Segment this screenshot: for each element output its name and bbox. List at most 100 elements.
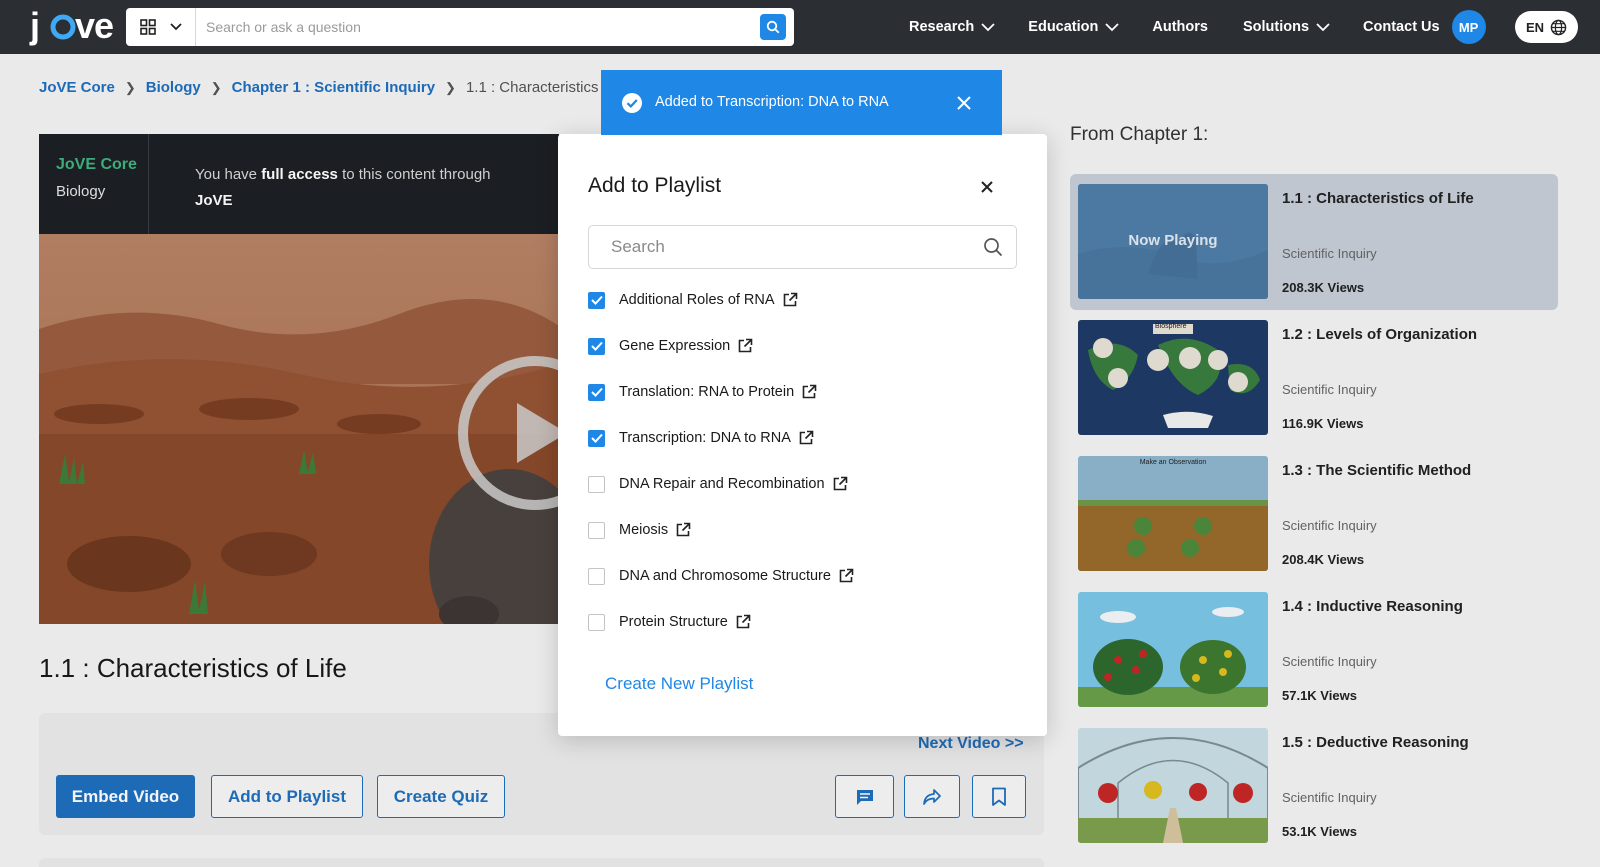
jove-logo[interactable]: j ve (28, 5, 122, 49)
nav-contact-label: Contact Us (1363, 19, 1440, 35)
sidebar-video-item[interactable]: 1.5 : Deductive Reasoning Scientific Inq… (1070, 718, 1558, 854)
playlist-item[interactable]: DNA and Chromosome Structure (588, 564, 854, 588)
page-title: 1.1 : Characteristics of Life (39, 653, 347, 683)
bookmark-icon (992, 787, 1006, 806)
nav-solutions-label: Solutions (1242, 19, 1310, 35)
nav-authors-label: Authors (1152, 19, 1208, 35)
video-thumbnail (1078, 456, 1268, 571)
sidebar-item-title: 1.3 : The Scientific Method (1282, 462, 1472, 479)
sidebar-title: From Chapter 1: (1070, 124, 1209, 145)
external-link-icon[interactable] (675, 522, 691, 538)
access-product-block: JoVE Core Biology (39, 134, 149, 234)
playlist-checkbox[interactable] (588, 291, 605, 309)
chevron-right-icon: ❯ (210, 79, 222, 95)
nav-solutions[interactable]: Solutions (1243, 19, 1330, 35)
sidebar-video-item[interactable]: Make an Observation 1.3 : The Scientific… (1070, 446, 1558, 582)
external-link-icon[interactable] (782, 292, 798, 308)
playlist-checkbox[interactable] (588, 613, 605, 631)
nav-research[interactable]: Research (909, 19, 995, 35)
close-icon[interactable] (976, 176, 998, 198)
globe-icon (1550, 19, 1567, 35)
playlist-label: Additional Roles of RNA (619, 292, 775, 308)
add-to-playlist-button[interactable]: Add to Playlist (211, 775, 363, 818)
nav-authors[interactable]: Authors (1152, 19, 1208, 35)
comments-button[interactable] (835, 775, 894, 818)
playlist-label: Protein Structure (619, 614, 728, 630)
sidebar-video-item[interactable]: Now Playing 1.1 : Characteristics of Lif… (1070, 174, 1558, 310)
close-icon[interactable] (956, 95, 972, 111)
success-toast: Added to Transcription: DNA to RNA (601, 70, 1002, 135)
check-circle-icon (622, 93, 642, 113)
app-grid-dropdown[interactable] (126, 8, 196, 46)
search-icon (766, 20, 780, 34)
playlist-checkbox[interactable] (588, 337, 605, 355)
playlist-checkbox[interactable] (588, 429, 605, 447)
chevron-right-icon: ❯ (124, 79, 136, 95)
sidebar-video-item[interactable]: 1.4 : Inductive Reasoning Scientific Inq… (1070, 582, 1558, 718)
playlist-item[interactable]: Protein Structure (588, 610, 751, 634)
check-icon (590, 433, 603, 443)
breadcrumb-chapter[interactable]: Chapter 1 : Scientific Inquiry (232, 79, 435, 96)
grid-icon (139, 19, 156, 35)
chevron-down-icon (1316, 22, 1330, 31)
playlist-checkbox[interactable] (588, 475, 605, 493)
nav-contact-us[interactable]: Contact Us (1363, 19, 1440, 35)
svg-text:j: j (29, 5, 39, 46)
playlist-item[interactable]: Additional Roles of RNA (588, 288, 798, 312)
modal-title: Add to Playlist (588, 174, 722, 197)
nav-education[interactable]: Education (1028, 19, 1120, 35)
playlist-item[interactable]: DNA Repair and Recombination (588, 472, 848, 496)
product-label: JoVE Core (56, 156, 137, 173)
playlist-checkbox[interactable] (588, 383, 605, 401)
create-new-playlist-link[interactable]: Create New Playlist (605, 674, 753, 694)
playlist-checkbox[interactable] (588, 567, 605, 585)
thumbnail-label: Biosphere (1155, 323, 1187, 330)
access-text-suffix: to this content through (337, 166, 491, 183)
access-text-bold: full access (261, 166, 338, 183)
user-avatar[interactable]: MP (1451, 10, 1486, 44)
breadcrumb-jove-core[interactable]: JoVE Core (39, 79, 115, 96)
playlist-label: Transcription: DNA to RNA (619, 430, 791, 446)
playlist-item[interactable]: Transcription: DNA to RNA (588, 426, 814, 450)
sidebar-item-views: 116.9K Views (1282, 416, 1364, 431)
playlist-label: DNA and Chromosome Structure (619, 568, 831, 584)
external-link-icon[interactable] (798, 430, 814, 446)
svg-text:ve: ve (75, 5, 113, 46)
language-label: EN (1525, 19, 1545, 35)
check-icon (590, 295, 603, 305)
playlist-item[interactable]: Gene Expression (588, 334, 753, 358)
access-message: You have full access to this content thr… (195, 162, 535, 214)
share-icon (923, 788, 941, 805)
create-quiz-button[interactable]: Create Quiz (377, 775, 505, 818)
embed-video-button[interactable]: Embed Video (56, 775, 195, 818)
breadcrumb-biology[interactable]: Biology (146, 79, 201, 96)
external-link-icon[interactable] (801, 384, 817, 400)
add-to-playlist-modal: Add to Playlist Additional Roles of RNA … (558, 134, 1047, 736)
nav-research-label: Research (909, 19, 975, 35)
external-link-icon[interactable] (735, 614, 751, 630)
sidebar-item-section: Scientific Inquiry (1282, 382, 1377, 397)
playlist-label: Translation: RNA to Protein (619, 384, 795, 400)
playlist-item[interactable]: Meiosis (588, 518, 691, 542)
search-icon[interactable] (982, 236, 1004, 258)
main-nav: Research Education Authors Solutions Con… (909, 0, 1486, 54)
nav-education-label: Education (1028, 19, 1099, 35)
playlist-item[interactable]: Translation: RNA to Protein (588, 380, 817, 404)
external-link-icon[interactable] (838, 568, 854, 584)
global-search (126, 8, 794, 46)
playlist-checkbox[interactable] (588, 521, 605, 539)
external-link-icon[interactable] (832, 476, 848, 492)
bookmark-button[interactable] (972, 775, 1026, 818)
search-input[interactable] (196, 8, 760, 46)
share-button[interactable] (904, 775, 960, 818)
next-video-link[interactable]: Next Video >> (918, 735, 1024, 753)
sidebar-item-views: 208.3K Views (1282, 280, 1365, 295)
sidebar-video-item[interactable]: Biosphere 1.2 : Levels of Organization S… (1070, 310, 1558, 446)
external-link-icon[interactable] (737, 338, 753, 354)
language-selector[interactable]: EN (1515, 11, 1578, 43)
sidebar-item-title: 1.5 : Deductive Reasoning (1282, 734, 1469, 751)
sidebar-item-section: Scientific Inquiry (1282, 654, 1377, 669)
search-button[interactable] (760, 14, 786, 40)
playlist-search-input[interactable] (589, 227, 982, 267)
access-text-prefix: You have (195, 166, 262, 183)
